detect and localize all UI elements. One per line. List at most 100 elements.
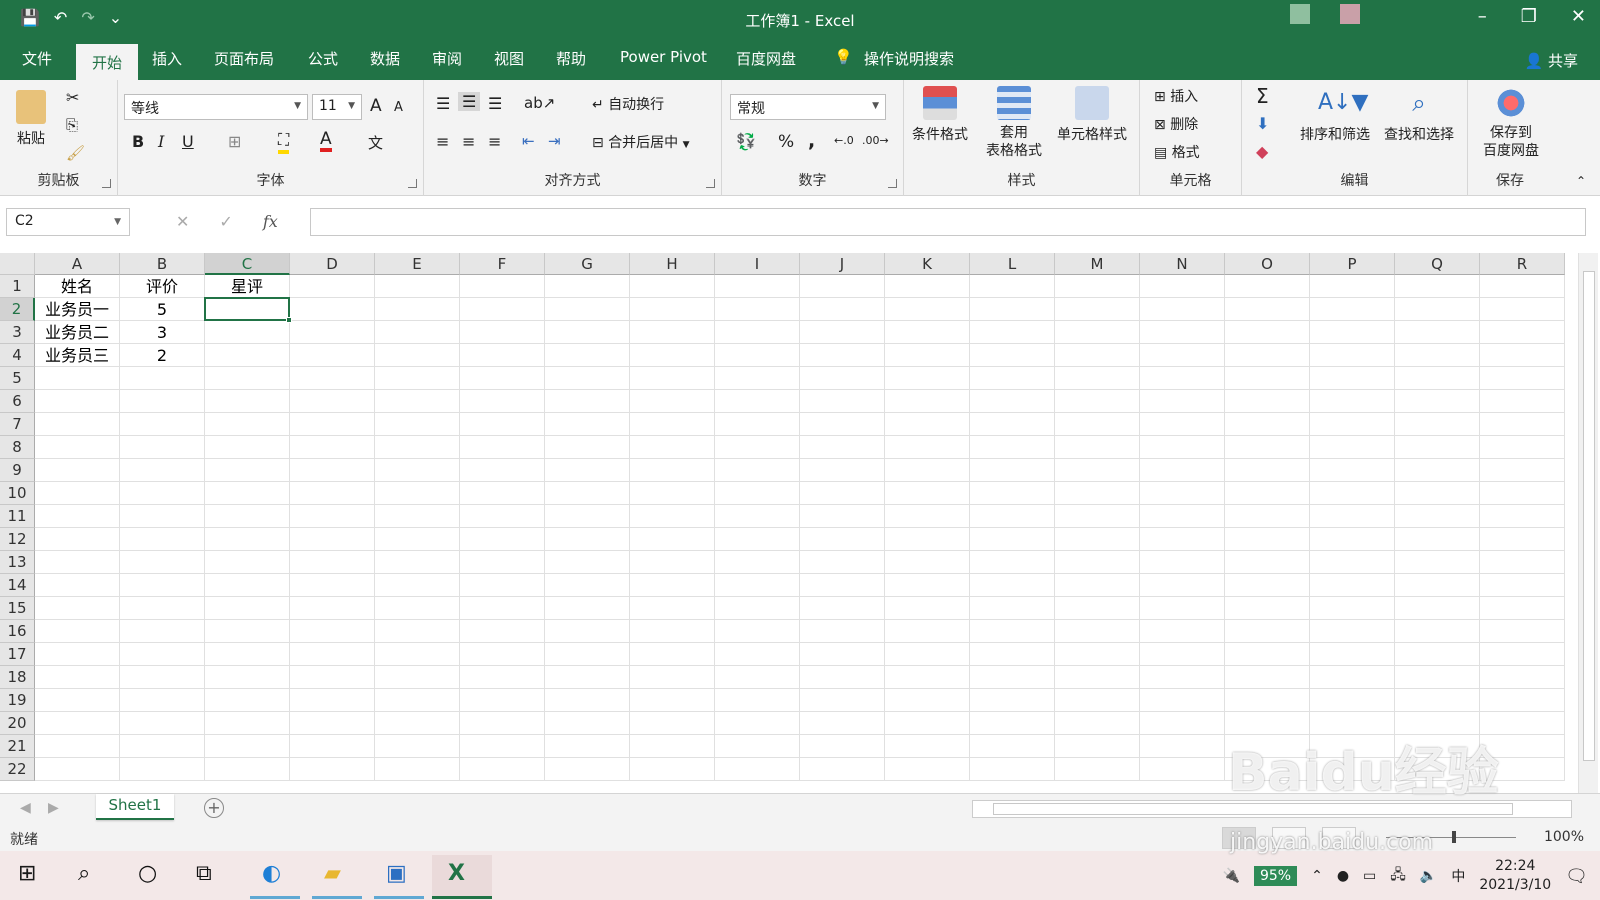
- cell-a10[interactable]: [35, 482, 120, 505]
- cell-c2[interactable]: [205, 298, 290, 321]
- percent-button[interactable]: %: [778, 132, 794, 152]
- cell-r13[interactable]: [1480, 551, 1565, 574]
- tab-view[interactable]: 视图: [494, 48, 524, 69]
- cell-f19[interactable]: [460, 689, 545, 712]
- cell-a12[interactable]: [35, 528, 120, 551]
- cell-a1[interactable]: 姓名: [35, 275, 120, 298]
- cell-j18[interactable]: [800, 666, 885, 689]
- cell-f8[interactable]: [460, 436, 545, 459]
- cell-i7[interactable]: [715, 413, 800, 436]
- cell-c18[interactable]: [205, 666, 290, 689]
- cell-n8[interactable]: [1140, 436, 1225, 459]
- cell-r10[interactable]: [1480, 482, 1565, 505]
- cell-h22[interactable]: [630, 758, 715, 781]
- cell-c17[interactable]: [205, 643, 290, 666]
- cell-r8[interactable]: [1480, 436, 1565, 459]
- format-cells-button[interactable]: ▤ 格式: [1154, 142, 1200, 162]
- cell-g22[interactable]: [545, 758, 630, 781]
- cell-k10[interactable]: [885, 482, 970, 505]
- cell-e21[interactable]: [375, 735, 460, 758]
- decrease-indent-icon[interactable]: ⇤: [522, 132, 535, 150]
- align-left-icon[interactable]: ≡: [436, 132, 449, 151]
- cell-l21[interactable]: [970, 735, 1055, 758]
- cell-n9[interactable]: [1140, 459, 1225, 482]
- sheet-tab-sheet1[interactable]: Sheet1: [96, 794, 174, 820]
- cell-k7[interactable]: [885, 413, 970, 436]
- cell-h21[interactable]: [630, 735, 715, 758]
- shrink-font-button[interactable]: A: [394, 100, 403, 115]
- cell-m20[interactable]: [1055, 712, 1140, 735]
- cell-g9[interactable]: [545, 459, 630, 482]
- row-header-17[interactable]: 17: [0, 643, 35, 666]
- cell-n10[interactable]: [1140, 482, 1225, 505]
- cell-g2[interactable]: [545, 298, 630, 321]
- fill-down-icon[interactable]: ⬇: [1256, 114, 1269, 133]
- cell-f4[interactable]: [460, 344, 545, 367]
- column-header-l[interactable]: L: [970, 253, 1055, 275]
- cell-h7[interactable]: [630, 413, 715, 436]
- clock[interactable]: 22:24 2021/3/10: [1479, 857, 1551, 895]
- cell-q2[interactable]: [1395, 298, 1480, 321]
- cell-l9[interactable]: [970, 459, 1055, 482]
- cell-i11[interactable]: [715, 505, 800, 528]
- row-header-3[interactable]: 3: [0, 321, 35, 344]
- cell-b16[interactable]: [120, 620, 205, 643]
- cell-i15[interactable]: [715, 597, 800, 620]
- cell-n4[interactable]: [1140, 344, 1225, 367]
- cell-l1[interactable]: [970, 275, 1055, 298]
- cell-g18[interactable]: [545, 666, 630, 689]
- cell-p1[interactable]: [1310, 275, 1395, 298]
- cell-b21[interactable]: [120, 735, 205, 758]
- cell-p5[interactable]: [1310, 367, 1395, 390]
- excel-app[interactable]: X: [432, 855, 492, 899]
- cell-a16[interactable]: [35, 620, 120, 643]
- cell-c4[interactable]: [205, 344, 290, 367]
- cell-c16[interactable]: [205, 620, 290, 643]
- start-icon[interactable]: ⊞: [18, 861, 36, 886]
- cell-a5[interactable]: [35, 367, 120, 390]
- cell-a3[interactable]: 业务员二: [35, 321, 120, 344]
- cell-n11[interactable]: [1140, 505, 1225, 528]
- cell-q16[interactable]: [1395, 620, 1480, 643]
- cell-g6[interactable]: [545, 390, 630, 413]
- cell-h8[interactable]: [630, 436, 715, 459]
- cell-n2[interactable]: [1140, 298, 1225, 321]
- conditional-format-button[interactable]: 条件格式: [910, 86, 970, 144]
- cell-n19[interactable]: [1140, 689, 1225, 712]
- cell-p6[interactable]: [1310, 390, 1395, 413]
- cell-i18[interactable]: [715, 666, 800, 689]
- cell-h13[interactable]: [630, 551, 715, 574]
- vertical-scrollbar[interactable]: [1578, 253, 1598, 793]
- cell-o9[interactable]: [1225, 459, 1310, 482]
- cell-e1[interactable]: [375, 275, 460, 298]
- row-header-20[interactable]: 20: [0, 712, 35, 735]
- cell-p9[interactable]: [1310, 459, 1395, 482]
- cell-f13[interactable]: [460, 551, 545, 574]
- column-header-r[interactable]: R: [1480, 253, 1565, 275]
- cell-r7[interactable]: [1480, 413, 1565, 436]
- cell-e16[interactable]: [375, 620, 460, 643]
- cell-q11[interactable]: [1395, 505, 1480, 528]
- cell-p2[interactable]: [1310, 298, 1395, 321]
- cell-b9[interactable]: [120, 459, 205, 482]
- cell-c13[interactable]: [205, 551, 290, 574]
- cell-d4[interactable]: [290, 344, 375, 367]
- cell-o7[interactable]: [1225, 413, 1310, 436]
- cancel-icon[interactable]: ✕: [176, 212, 189, 231]
- cell-p15[interactable]: [1310, 597, 1395, 620]
- column-header-g[interactable]: G: [545, 253, 630, 275]
- wrap-text-button[interactable]: ↵ 自动换行: [592, 94, 664, 114]
- cell-k13[interactable]: [885, 551, 970, 574]
- cell-l12[interactable]: [970, 528, 1055, 551]
- column-header-f[interactable]: F: [460, 253, 545, 275]
- cell-j9[interactable]: [800, 459, 885, 482]
- cell-e12[interactable]: [375, 528, 460, 551]
- cell-r1[interactable]: [1480, 275, 1565, 298]
- cell-n17[interactable]: [1140, 643, 1225, 666]
- cell-f5[interactable]: [460, 367, 545, 390]
- currency-icon[interactable]: 💱: [736, 132, 756, 151]
- minimize-button[interactable]: –: [1478, 6, 1487, 27]
- cell-m22[interactable]: [1055, 758, 1140, 781]
- cell-l14[interactable]: [970, 574, 1055, 597]
- cell-e18[interactable]: [375, 666, 460, 689]
